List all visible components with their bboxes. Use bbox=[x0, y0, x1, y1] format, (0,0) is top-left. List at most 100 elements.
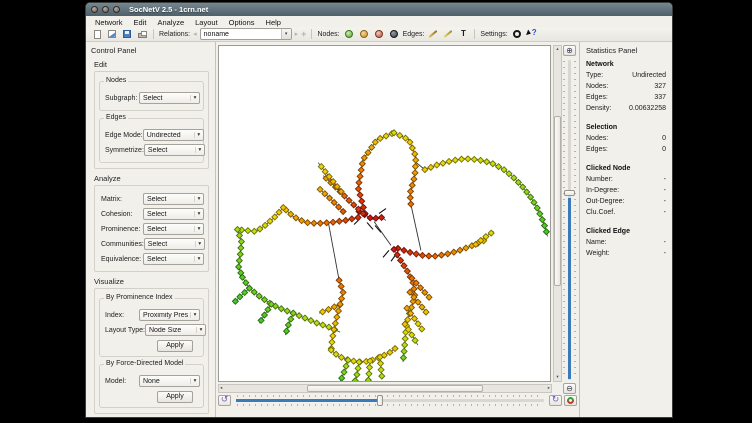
prominence-apply-button[interactable]: Apply bbox=[157, 340, 193, 352]
menu-help[interactable]: Help bbox=[266, 18, 281, 27]
network-stats-header: Network bbox=[586, 61, 666, 68]
find-node-button[interactable] bbox=[373, 28, 385, 40]
chevron-down-icon: ▾ bbox=[196, 327, 205, 333]
window-minimize-button[interactable] bbox=[102, 6, 109, 13]
scroll-up-icon[interactable]: ▴ bbox=[554, 47, 561, 52]
add-node-button[interactable] bbox=[343, 28, 355, 40]
chevron-down-icon: ▾ bbox=[194, 256, 203, 262]
communities-label: Communities: bbox=[99, 241, 144, 248]
layout-type-select[interactable]: Node Size ▾ bbox=[145, 324, 206, 336]
window-close-button[interactable] bbox=[91, 6, 98, 13]
prominence-index-group-title: By Prominence Index bbox=[104, 294, 175, 301]
print-network-button[interactable] bbox=[136, 28, 148, 40]
chevron-down-icon: ▾ bbox=[194, 132, 203, 138]
stat-label: Name: bbox=[586, 237, 607, 248]
settings-button[interactable] bbox=[511, 28, 523, 40]
reset-view-button[interactable] bbox=[564, 395, 577, 406]
menu-layout[interactable]: Layout bbox=[195, 18, 218, 27]
filter-edges-button[interactable]: T bbox=[457, 28, 469, 40]
filter-icon: T bbox=[461, 30, 466, 38]
rotation-slider-ticks bbox=[237, 404, 543, 406]
print-icon bbox=[138, 33, 147, 38]
zoom-slider[interactable] bbox=[563, 58, 576, 382]
menu-network[interactable]: Network bbox=[95, 18, 123, 27]
network-graph[interactable] bbox=[219, 46, 550, 381]
horizontal-scrollbar-handle[interactable] bbox=[307, 385, 483, 392]
zoom-in-button[interactable]: ⊕ bbox=[563, 45, 576, 56]
force-apply-button[interactable]: Apply bbox=[157, 391, 193, 403]
add-relation-icon[interactable]: + bbox=[301, 29, 306, 39]
rotation-slider-handle[interactable] bbox=[377, 395, 383, 406]
chevron-down-icon: ▾ bbox=[194, 226, 203, 232]
stat-label: Number: bbox=[586, 174, 613, 185]
nodes-label: Nodes: bbox=[317, 31, 339, 38]
prominence-select[interactable]: Select ▾ bbox=[143, 223, 204, 235]
node-properties-icon bbox=[390, 30, 398, 38]
save-network-button[interactable] bbox=[121, 28, 133, 40]
stat-label: Nodes: bbox=[586, 133, 608, 144]
node-properties-button[interactable] bbox=[388, 28, 400, 40]
symmetrize-select[interactable]: Select ▾ bbox=[144, 144, 205, 156]
zoom-out-icon: ⊖ bbox=[566, 384, 573, 393]
next-relation-icon[interactable]: ▸ bbox=[295, 30, 299, 38]
zoom-slider-handle[interactable] bbox=[564, 190, 575, 196]
stat-label: Type: bbox=[586, 70, 603, 81]
vertical-scrollbar-handle[interactable] bbox=[554, 116, 561, 286]
stat-value: - bbox=[664, 248, 666, 259]
menu-options[interactable]: Options bbox=[229, 18, 255, 27]
titlebar[interactable]: SocNetV 2.5 - 1crn.net bbox=[86, 3, 672, 16]
subgraph-select[interactable]: Select ▾ bbox=[139, 92, 200, 104]
menu-edit[interactable]: Edit bbox=[134, 18, 147, 27]
zoom-out-button[interactable]: ⊖ bbox=[563, 383, 576, 394]
scroll-right-icon[interactable]: ▸ bbox=[548, 385, 550, 392]
relation-combobox[interactable]: noname ▾ bbox=[200, 28, 292, 40]
cohesion-label: Cohesion: bbox=[99, 211, 133, 218]
window-maximize-button[interactable] bbox=[113, 6, 120, 13]
remove-edge-pencil-icon bbox=[444, 30, 453, 38]
remove-edge-button[interactable] bbox=[442, 28, 454, 40]
horizontal-scrollbar[interactable]: ◂ ▸ bbox=[218, 384, 552, 393]
rotate-right-button[interactable]: ↻ bbox=[549, 395, 562, 406]
menu-analyze[interactable]: Analyze bbox=[157, 18, 184, 27]
graph-canvas[interactable] bbox=[218, 45, 551, 382]
zoom-in-icon: ⊕ bbox=[566, 46, 573, 55]
chevron-down-icon: ▾ bbox=[194, 196, 203, 202]
relation-value: noname bbox=[201, 31, 281, 38]
chevron-down-icon: ▾ bbox=[190, 95, 199, 101]
open-file-icon bbox=[108, 30, 116, 38]
equivalence-select[interactable]: Select ▾ bbox=[143, 253, 204, 265]
cohesion-select[interactable]: Select ▾ bbox=[143, 208, 204, 220]
window-title: SocNetV 2.5 - 1crn.net bbox=[129, 5, 208, 14]
stat-value: Undirected bbox=[632, 70, 666, 81]
visualize-section-label: Visualize bbox=[94, 277, 215, 286]
stat-label: Edges: bbox=[586, 92, 608, 103]
remove-node-button[interactable] bbox=[358, 28, 370, 40]
matrix-select[interactable]: Select ▾ bbox=[143, 193, 204, 205]
chevron-down-icon[interactable]: ▾ bbox=[281, 29, 291, 39]
scroll-down-icon[interactable]: ▾ bbox=[554, 375, 561, 380]
communities-select[interactable]: Select ▾ bbox=[144, 238, 205, 250]
edge-mode-select[interactable]: Undirected ▾ bbox=[143, 129, 204, 141]
scroll-left-icon[interactable]: ◂ bbox=[220, 385, 222, 392]
edges-label: Edges: bbox=[403, 31, 425, 38]
toolbar-separator bbox=[474, 29, 475, 39]
edges-group: Edges Edge Mode: Undirected ▾ Symmetrize… bbox=[99, 118, 204, 163]
model-select[interactable]: None ▾ bbox=[139, 375, 200, 387]
add-edge-button[interactable] bbox=[427, 28, 439, 40]
vertical-scrollbar[interactable]: ▴ ▾ bbox=[553, 45, 562, 382]
new-network-button[interactable] bbox=[91, 28, 103, 40]
stat-label: Nodes: bbox=[586, 81, 608, 92]
statistics-panel-title: Statistics Panel bbox=[586, 46, 666, 55]
chevron-down-icon: ▾ bbox=[190, 378, 199, 384]
settings-label: Settings: bbox=[480, 31, 507, 38]
graph-view-area: ▴ ▾ ◂ ▸ ⊕ bbox=[216, 42, 579, 418]
index-select[interactable]: Proximity Pres ▾ bbox=[139, 309, 200, 321]
save-icon bbox=[123, 30, 131, 38]
rotate-left-button[interactable]: ↺ bbox=[218, 395, 231, 406]
analyze-section-label: Analyze bbox=[94, 174, 215, 183]
previous-relation-icon[interactable]: ◂ bbox=[193, 30, 197, 38]
rotation-slider[interactable] bbox=[234, 395, 546, 406]
whats-this-button[interactable]: ? bbox=[526, 28, 538, 40]
visualize-section-box: By Prominence Index Index: Proximity Pre… bbox=[94, 288, 209, 414]
open-network-button[interactable] bbox=[106, 28, 118, 40]
